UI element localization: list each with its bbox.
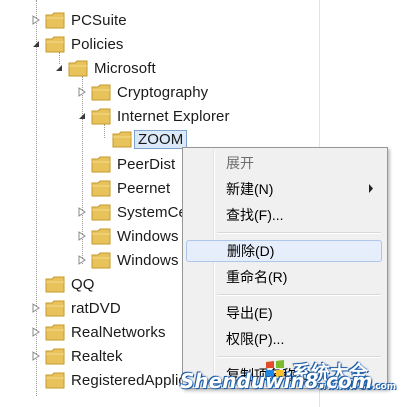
tree-item-internet-explorer[interactable]: Internet Explorer <box>77 104 230 128</box>
tree-item-pcsuite[interactable]: PCSuite <box>31 8 127 32</box>
tree-item-peerdist[interactable]: PeerDist <box>91 152 175 176</box>
folder-icon <box>45 12 65 29</box>
menu-item-label: 权限(P)... <box>226 331 285 347</box>
folder-open-icon <box>91 108 111 125</box>
folder-icon <box>91 180 111 197</box>
tree-item-label: ratDVD <box>71 299 121 317</box>
folder-icon <box>91 156 111 173</box>
expand-arrow-icon[interactable] <box>77 207 87 217</box>
tree-item-label: Realtek <box>71 347 123 365</box>
tree-item-label: RealNetworks <box>71 323 166 341</box>
menu-item-export[interactable]: 导出(E) <box>186 302 382 324</box>
menu-item-label: 删除(D) <box>227 243 275 259</box>
submenu-arrow-icon <box>369 184 373 193</box>
menu-item-label: 新建(N) <box>226 181 274 197</box>
tree-item-label: Internet Explorer <box>117 107 230 125</box>
tree-item-peernet[interactable]: Peernet <box>91 176 170 200</box>
menu-item-find[interactable]: 查找(F)... <box>186 204 382 226</box>
tree-item-policies[interactable]: Policies <box>31 32 124 56</box>
tree-item-label: Microsoft <box>94 59 156 77</box>
tree-item-windows[interactable]: Windows <box>77 224 179 248</box>
tree-item-label-selected: ZOOM <box>134 129 188 149</box>
menu-item-new[interactable]: 新建(N) <box>186 178 382 200</box>
menu-item-delete[interactable]: 删除(D) <box>186 240 382 262</box>
watermark-site: Shenduwin8.com <box>180 369 373 393</box>
folder-open-icon <box>68 60 88 77</box>
menu-item-label: 查找(F)... <box>226 207 284 223</box>
tree-item-qq[interactable]: QQ <box>45 272 95 296</box>
folder-icon <box>91 84 111 101</box>
tree-item-cryptography[interactable]: Cryptography <box>77 80 208 104</box>
expand-arrow-icon[interactable] <box>77 255 87 265</box>
tree-item-label: QQ <box>71 275 95 293</box>
menu-separator <box>217 294 381 296</box>
tree-item-label: PeerDist <box>117 155 176 173</box>
menu-item-permissions[interactable]: 权限(P)... <box>186 328 382 350</box>
tree-item-label: PCSuite <box>71 11 127 29</box>
folder-icon <box>45 348 65 365</box>
tree-item-realtek[interactable]: Realtek <box>31 344 123 368</box>
watermark: 系统大全 www.XP85.com Shenduwin8.com <box>180 352 420 407</box>
menu-item-expand[interactable]: 展开 <box>186 152 382 174</box>
collapse-arrow-icon[interactable] <box>31 39 41 49</box>
menu-separator <box>217 232 381 234</box>
folder-icon <box>91 204 111 221</box>
tree-item-zoom[interactable]: ZOOM <box>112 127 188 151</box>
tree-item-label: Peernet <box>117 179 171 197</box>
menu-item-label: 导出(E) <box>226 305 273 321</box>
folder-open-icon <box>45 36 65 53</box>
folder-icon <box>45 300 65 317</box>
tree-item-label: Cryptography <box>117 83 209 101</box>
folder-icon <box>45 324 65 341</box>
expand-arrow-icon[interactable] <box>77 231 87 241</box>
expand-arrow-icon[interactable] <box>77 87 87 97</box>
folder-icon <box>91 228 111 245</box>
collapse-arrow-icon[interactable] <box>77 111 87 121</box>
tree-item-label: Policies <box>71 35 124 53</box>
menu-item-label: 重命名(R) <box>226 269 288 285</box>
folder-icon <box>45 372 65 389</box>
menu-item-rename[interactable]: 重命名(R) <box>186 266 382 288</box>
tree-item-realnetworks[interactable]: RealNetworks <box>31 320 166 344</box>
expand-arrow-icon[interactable] <box>31 303 41 313</box>
folder-icon <box>112 131 132 148</box>
menu-item-label: 展开 <box>226 155 254 171</box>
tree-item-label: Windows <box>117 227 179 245</box>
folder-icon <box>91 252 111 269</box>
expand-arrow-icon[interactable] <box>31 351 41 361</box>
folder-icon <box>45 276 65 293</box>
expand-arrow-icon[interactable] <box>31 327 41 337</box>
collapse-arrow-icon[interactable] <box>54 63 64 73</box>
tree-item-ratdvd[interactable]: ratDVD <box>31 296 121 320</box>
expand-arrow-icon[interactable] <box>31 15 41 25</box>
tree-item-microsoft[interactable]: Microsoft <box>54 56 156 80</box>
